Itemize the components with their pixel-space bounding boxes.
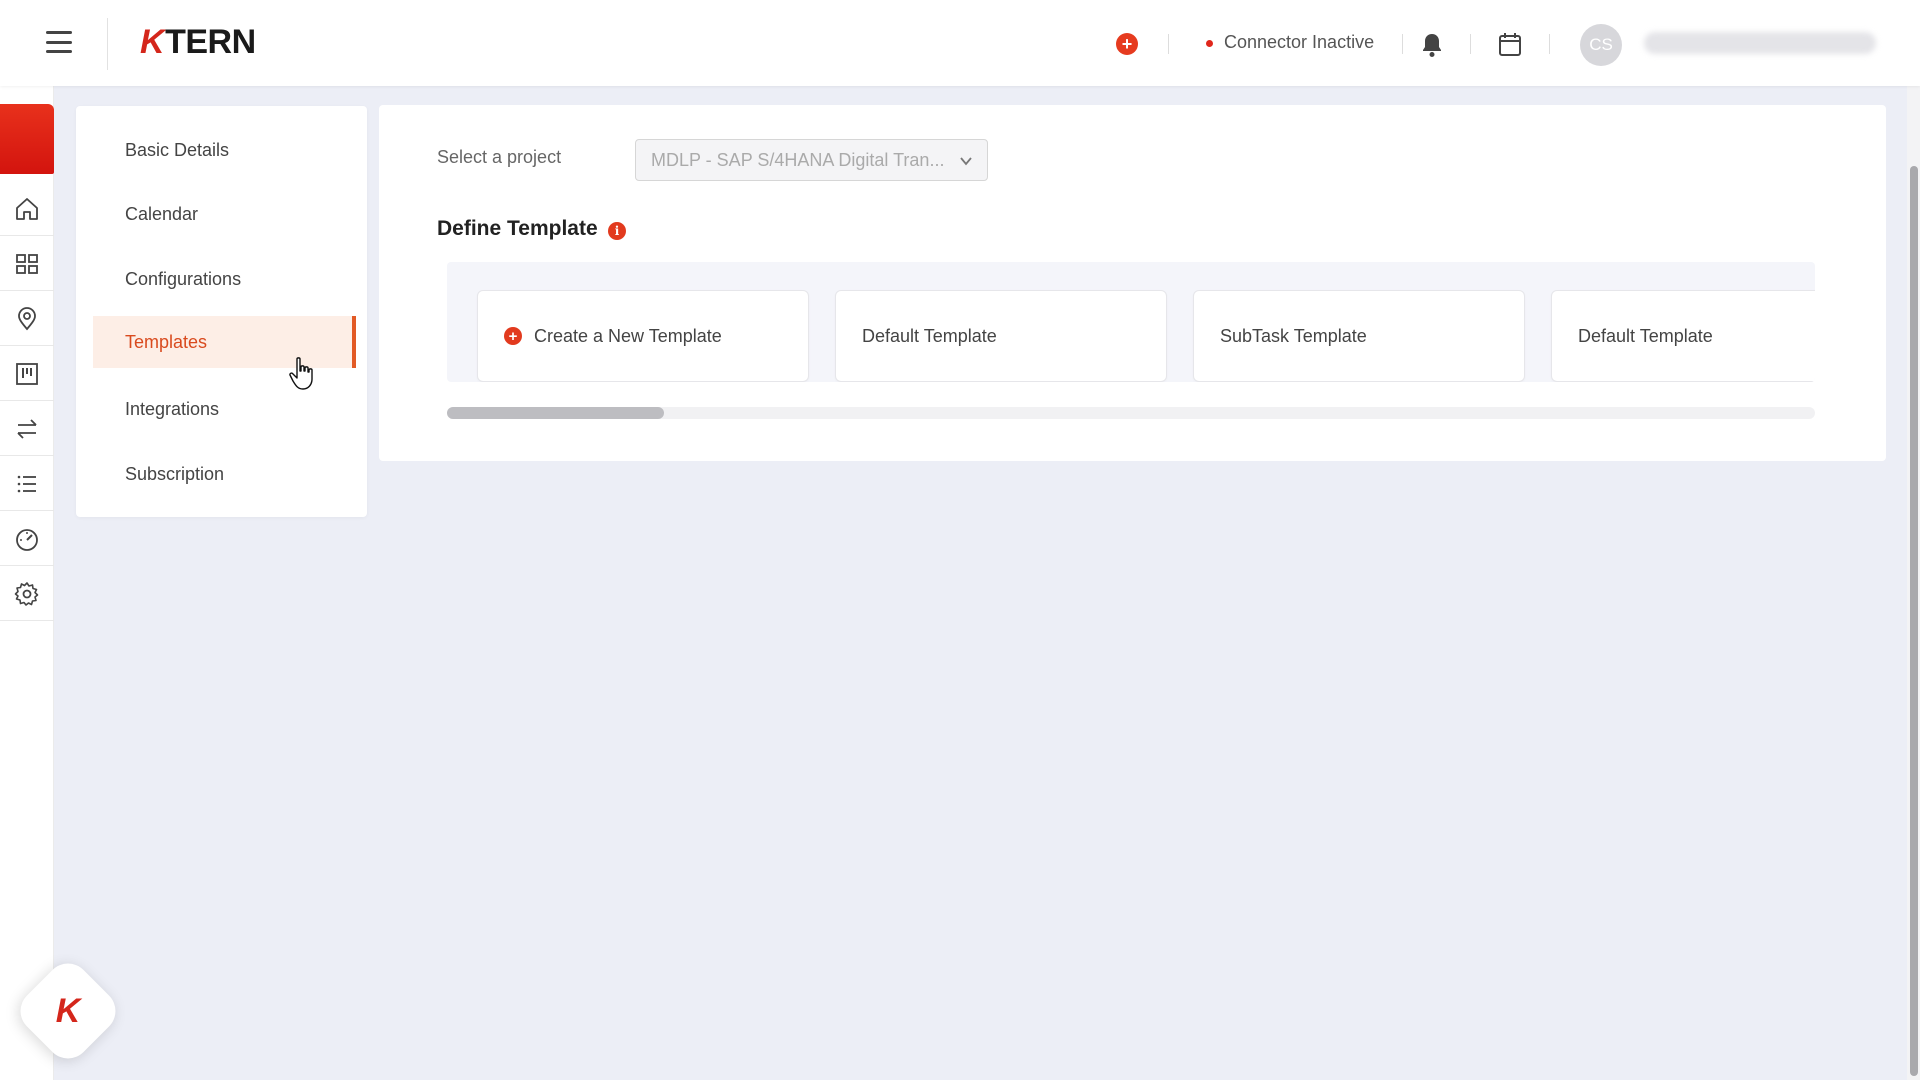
status-dot-icon [1206,40,1213,47]
menu-item-configurations[interactable]: Configurations [93,253,356,305]
rail-brand-tab[interactable] [0,104,54,174]
gear-icon[interactable] [0,567,54,621]
menu-item-subscription[interactable]: Subscription [93,448,356,500]
template-card-label: Create a New Template [534,325,722,346]
header-divider [107,18,108,70]
template-card-label: Default Template [1578,325,1713,346]
user-name-redacted[interactable] [1644,32,1876,54]
location-pin-icon[interactable] [0,292,54,346]
project-select-dropdown[interactable]: MDLP - SAP S/4HANA Digital Tran... [635,139,988,181]
info-icon[interactable]: i [608,222,626,240]
templates-horizontal-scrollbar[interactable] [447,407,1815,419]
template-card-default-2[interactable]: Default Template [1551,290,1815,382]
template-card-label: SubTask Template [1220,325,1367,346]
header-separator [1168,34,1169,54]
home-icon[interactable] [0,182,54,236]
header-separator [1402,34,1403,54]
hand-pointer-cursor-icon [289,357,313,390]
vertical-scroll-thumb[interactable] [1910,166,1918,1076]
horizontal-scroll-thumb[interactable] [447,407,664,419]
list-icon[interactable] [0,457,54,511]
chevron-down-icon [960,157,972,166]
add-circle-icon[interactable]: + [1116,33,1138,55]
template-card-default[interactable]: Default Template [835,290,1167,382]
bell-icon[interactable] [1420,32,1444,58]
transfer-arrows-icon[interactable] [0,402,54,456]
header-separator [1549,34,1550,54]
header-separator [1470,34,1471,54]
user-avatar[interactable]: CS [1580,24,1622,66]
board-icon[interactable] [0,347,54,401]
create-new-template-card[interactable]: + Create a New Template [477,290,809,382]
speedometer-icon[interactable] [0,512,54,566]
hamburger-menu-icon[interactable] [46,31,72,53]
connector-status[interactable]: Connector Inactive [1224,32,1374,53]
logo-text: TERN [165,22,256,61]
define-template-title: Define Template [437,217,598,240]
ktern-logo[interactable]: K TERN [140,22,256,61]
project-select-label: Select a project [437,147,562,167]
menu-item-basic-details[interactable]: Basic Details [93,124,356,176]
plus-circle-icon: + [504,327,522,345]
template-settings-panel: Select a project MDLP - SAP S/4HANA Digi… [379,105,1886,461]
templates-carousel: + Create a New Template Default Template… [447,262,1815,382]
calendar-icon[interactable] [1498,31,1522,57]
menu-item-calendar[interactable]: Calendar [93,188,356,240]
template-card-label: Default Template [862,325,997,346]
top-header: K TERN + Connector Inactive CS [0,0,1920,86]
logo-k: K [140,22,165,61]
template-card-subtask[interactable]: SubTask Template [1193,290,1525,382]
page-vertical-scrollbar[interactable] [1907,86,1920,1080]
settings-side-menu: Basic Details Calendar Configurations Te… [76,106,367,517]
project-select-value: MDLP - SAP S/4HANA Digital Tran... [651,149,945,170]
dashboard-grid-icon[interactable] [0,237,54,291]
